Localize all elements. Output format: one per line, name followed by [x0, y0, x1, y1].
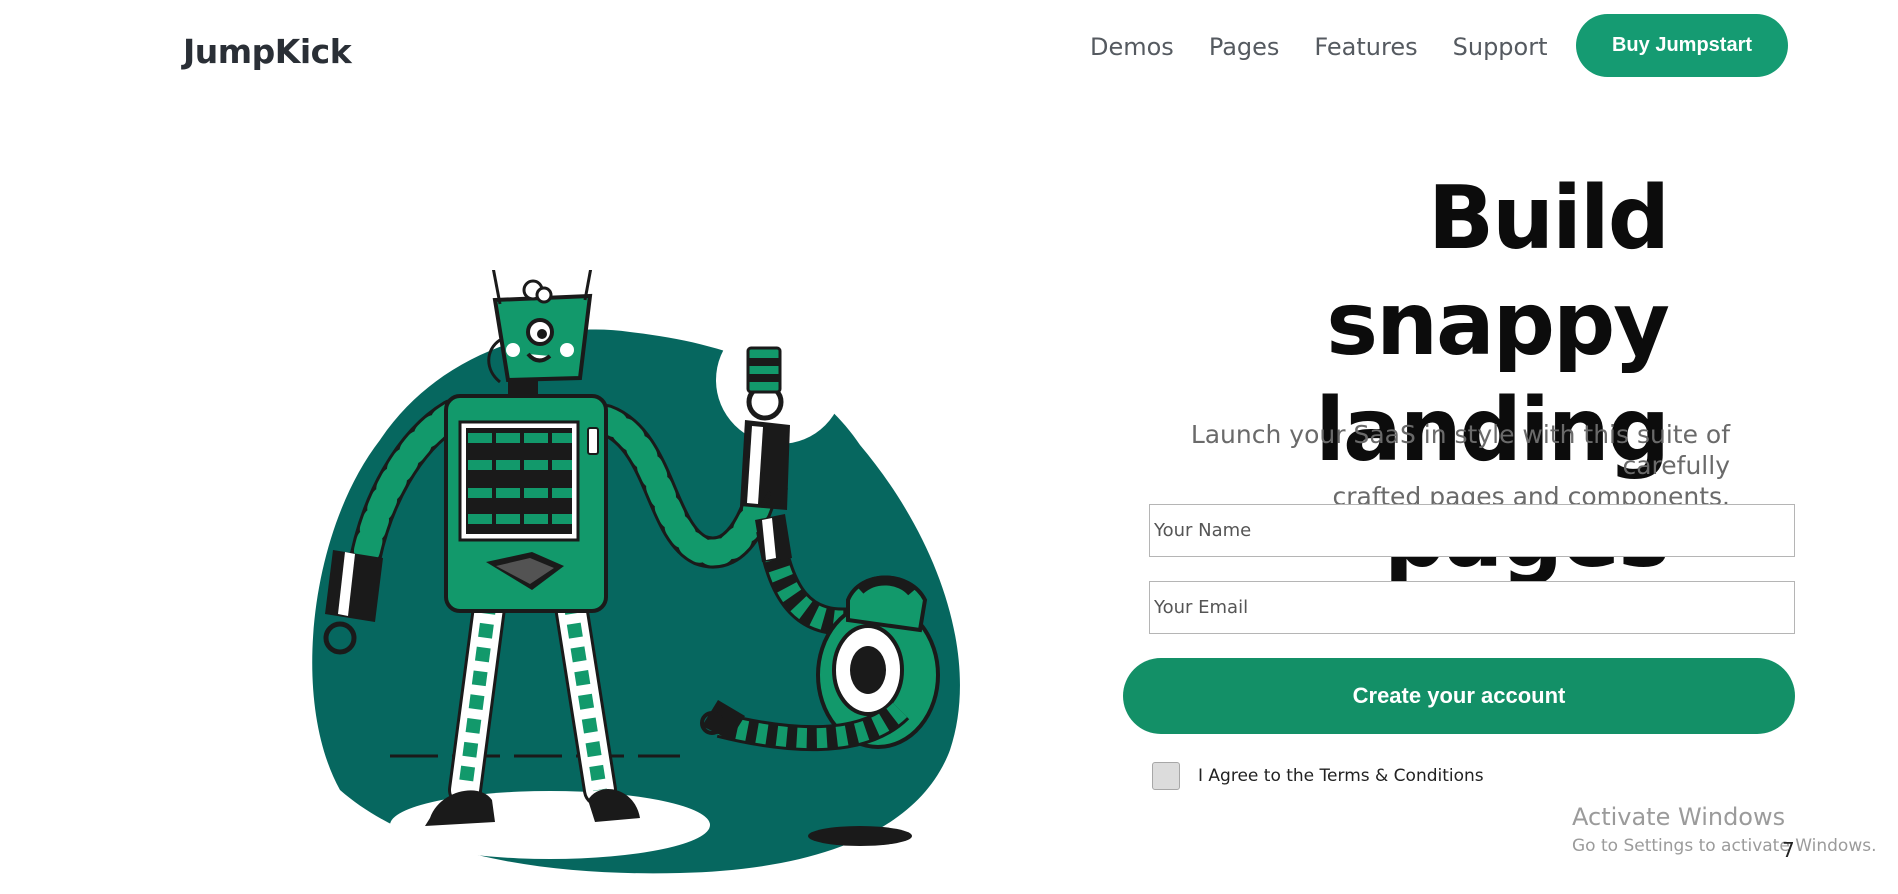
watermark-title: Activate Windows — [1572, 803, 1786, 831]
nav-link-features[interactable]: Features — [1314, 30, 1417, 64]
nav-link-pages[interactable]: Pages — [1209, 30, 1280, 64]
watermark-subtitle: Go to Settings to activate Windows. — [1572, 836, 1877, 856]
terms-label[interactable]: I Agree to the Terms & Conditions — [1198, 766, 1484, 786]
hero-subtitle: Launch your SaaS in style with this suit… — [1100, 419, 1730, 512]
create-account-button[interactable]: Create your account — [1123, 658, 1795, 734]
terms-agreement: I Agree to the Terms & Conditions — [1152, 762, 1484, 790]
brand-logo[interactable]: JumpKick — [183, 32, 352, 71]
hero-title-line-1: Build snappy — [1326, 167, 1670, 375]
buy-jumpstart-button[interactable]: Buy Jumpstart — [1576, 14, 1788, 77]
activate-windows-watermark: Activate Windows Go to Settings to activ… — [1572, 802, 1877, 860]
stray-mark: 7 — [1782, 838, 1795, 862]
name-field[interactable] — [1149, 504, 1795, 557]
nav-link-support[interactable]: Support — [1453, 30, 1548, 64]
main-nav: Demos Pages Features Support — [1090, 30, 1583, 64]
robots-illustration-icon — [300, 261, 980, 880]
terms-checkbox[interactable] — [1152, 762, 1180, 790]
hero-subtitle-line-1: Launch your SaaS in style with this suit… — [1190, 420, 1730, 480]
email-field[interactable] — [1149, 581, 1795, 634]
nav-link-demos[interactable]: Demos — [1090, 30, 1174, 64]
